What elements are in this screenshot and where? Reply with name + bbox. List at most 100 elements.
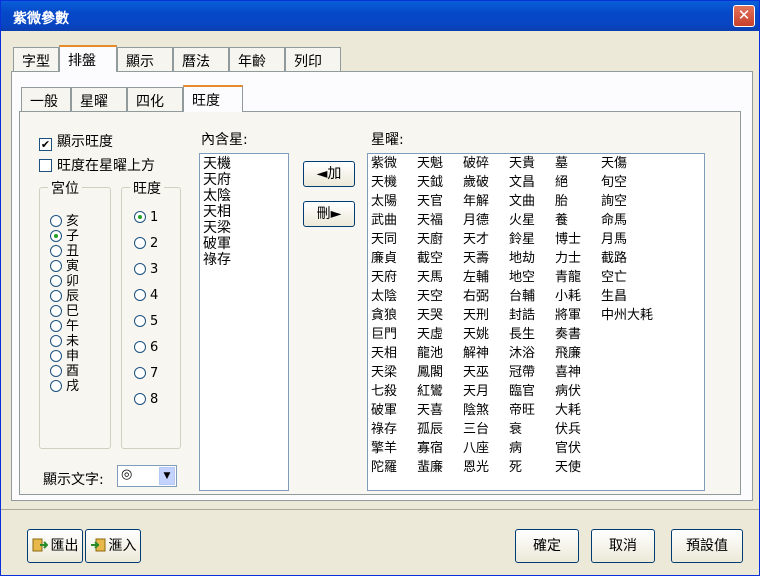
star-item[interactable]: 天福 [417, 213, 463, 229]
ok-button[interactable]: 確定 [515, 529, 579, 563]
star-item[interactable]: 冠帶 [509, 365, 555, 381]
star-item[interactable]: 地空 [509, 270, 555, 286]
star-item[interactable]: 天空 [417, 289, 463, 305]
list-item[interactable]: 太陰 [203, 188, 285, 204]
tab-stars[interactable]: 星曜 [71, 87, 127, 111]
star-item[interactable]: 孤辰 [417, 422, 463, 438]
star-item[interactable]: 火星 [509, 213, 555, 229]
brightness-radio[interactable]: 8 [134, 392, 158, 407]
star-item[interactable]: 七殺 [371, 384, 417, 400]
brightness-radio[interactable]: 6 [134, 340, 158, 355]
star-item[interactable]: 封誥 [509, 308, 555, 324]
star-item[interactable]: 月馬 [601, 232, 681, 248]
star-item[interactable]: 飛廉 [555, 346, 601, 362]
star-item[interactable]: 天同 [371, 232, 417, 248]
star-item[interactable]: 天虛 [417, 327, 463, 343]
brightness-radio[interactable]: 5 [134, 314, 158, 329]
star-item[interactable]: 天廚 [417, 232, 463, 248]
stars-list[interactable]: 紫微 天魁 破碎 天貴墓天傷 天機 天鉞 歲破 文昌絕旬空 太陽 天官 年解 文曲胎詢空 武曲 天福 月德火… [367, 153, 705, 491]
star-item[interactable]: 蜚廉 [417, 460, 463, 476]
star-item[interactable]: 天官 [417, 194, 463, 210]
star-item[interactable]: 養 [555, 213, 601, 229]
star-item[interactable]: 詢空 [601, 194, 681, 210]
tab-age[interactable]: 年齡 [229, 47, 285, 71]
star-item[interactable]: 天梁 [371, 365, 417, 381]
star-item[interactable]: 廉貞 [371, 251, 417, 267]
star-item[interactable]: 病 [509, 441, 555, 457]
star-item[interactable]: 胎 [555, 194, 601, 210]
star-item[interactable]: 恩光 [463, 460, 509, 476]
list-item[interactable]: 天梁 [203, 220, 285, 236]
star-item[interactable]: 喜神 [555, 365, 601, 381]
star-item[interactable]: 歲破 [463, 175, 509, 191]
tab-print[interactable]: 列印 [285, 47, 341, 71]
star-item[interactable]: 天貴 [509, 156, 555, 172]
cancel-button[interactable]: 取消 [591, 529, 655, 563]
star-item[interactable]: 死 [509, 460, 555, 476]
star-item[interactable]: 巨門 [371, 327, 417, 343]
star-item[interactable]: 病伏 [555, 384, 601, 400]
delete-star-button[interactable]: 刪► [303, 201, 355, 227]
star-item[interactable]: 年解 [463, 194, 509, 210]
chevron-down-icon[interactable]: ▼ [159, 467, 175, 485]
star-item[interactable]: 旬空 [601, 175, 681, 191]
add-star-button[interactable]: ◄加 [303, 161, 355, 187]
star-item[interactable]: 破軍 [371, 403, 417, 419]
star-item[interactable]: 天鉞 [417, 175, 463, 191]
tab-calendar[interactable]: 曆法 [173, 47, 229, 71]
brightness-radio[interactable]: 7 [134, 366, 158, 381]
star-item[interactable]: 三台 [463, 422, 509, 438]
star-item[interactable]: 天才 [463, 232, 509, 248]
export-button[interactable]: 匯出 [27, 529, 83, 563]
star-item[interactable]: 天相 [371, 346, 417, 362]
star-item[interactable]: 紅鸞 [417, 384, 463, 400]
brightness-radio[interactable]: 1 [134, 210, 158, 225]
star-item[interactable]: 紫微 [371, 156, 417, 172]
brightness-above-star-checkbox[interactable]: 旺度在星曜上方 [39, 155, 155, 175]
list-item[interactable]: 天機 [203, 156, 285, 172]
brightness-radio[interactable]: 4 [134, 288, 158, 303]
star-item[interactable]: 墓 [555, 156, 601, 172]
star-item[interactable]: 沐浴 [509, 346, 555, 362]
star-item[interactable]: 天月 [463, 384, 509, 400]
star-item[interactable]: 天機 [371, 175, 417, 191]
star-item[interactable]: 地劫 [509, 251, 555, 267]
star-item[interactable]: 擎羊 [371, 441, 417, 457]
tab-layout[interactable]: 排盤 [59, 45, 117, 72]
star-item[interactable]: 天哭 [417, 308, 463, 324]
star-item[interactable]: 文曲 [509, 194, 555, 210]
star-item[interactable]: 青龍 [555, 270, 601, 286]
list-item[interactable]: 天相 [203, 204, 285, 220]
star-item[interactable]: 天府 [371, 270, 417, 286]
star-item[interactable]: 大耗 [555, 403, 601, 419]
display-text-select[interactable]: ◎ ▼ [117, 465, 177, 487]
list-item[interactable]: 祿存 [203, 252, 285, 268]
star-item[interactable]: 奏書 [555, 327, 601, 343]
show-brightness-checkbox[interactable]: ✔ 顯示旺度 [39, 131, 113, 151]
star-item[interactable]: 月德 [463, 213, 509, 229]
star-item[interactable]: 天傷 [601, 156, 681, 172]
star-item[interactable]: 中州大耗 [601, 308, 681, 324]
star-item[interactable]: 破碎 [463, 156, 509, 172]
star-item[interactable]: 解神 [463, 346, 509, 362]
tab-brightness[interactable]: 旺度 [183, 85, 243, 112]
star-item[interactable]: 衰 [509, 422, 555, 438]
tab-display[interactable]: 顯示 [117, 47, 173, 71]
import-button[interactable]: 滙入 [85, 529, 141, 563]
star-item[interactable]: 太陰 [371, 289, 417, 305]
star-item[interactable]: 天姚 [463, 327, 509, 343]
star-item[interactable]: 天喜 [417, 403, 463, 419]
list-item[interactable]: 破軍 [203, 236, 285, 252]
star-item[interactable]: 祿存 [371, 422, 417, 438]
star-item[interactable]: 力士 [555, 251, 601, 267]
star-item[interactable]: 文昌 [509, 175, 555, 191]
default-button[interactable]: 預設值 [671, 529, 743, 563]
close-button[interactable]: ✕ [733, 5, 755, 27]
star-item[interactable]: 陰煞 [463, 403, 509, 419]
star-item[interactable]: 伏兵 [555, 422, 601, 438]
star-item[interactable]: 天壽 [463, 251, 509, 267]
star-item[interactable]: 臨官 [509, 384, 555, 400]
tab-font[interactable]: 字型 [13, 47, 59, 71]
star-item[interactable]: 鳳閣 [417, 365, 463, 381]
tab-general[interactable]: 一般 [21, 87, 71, 111]
